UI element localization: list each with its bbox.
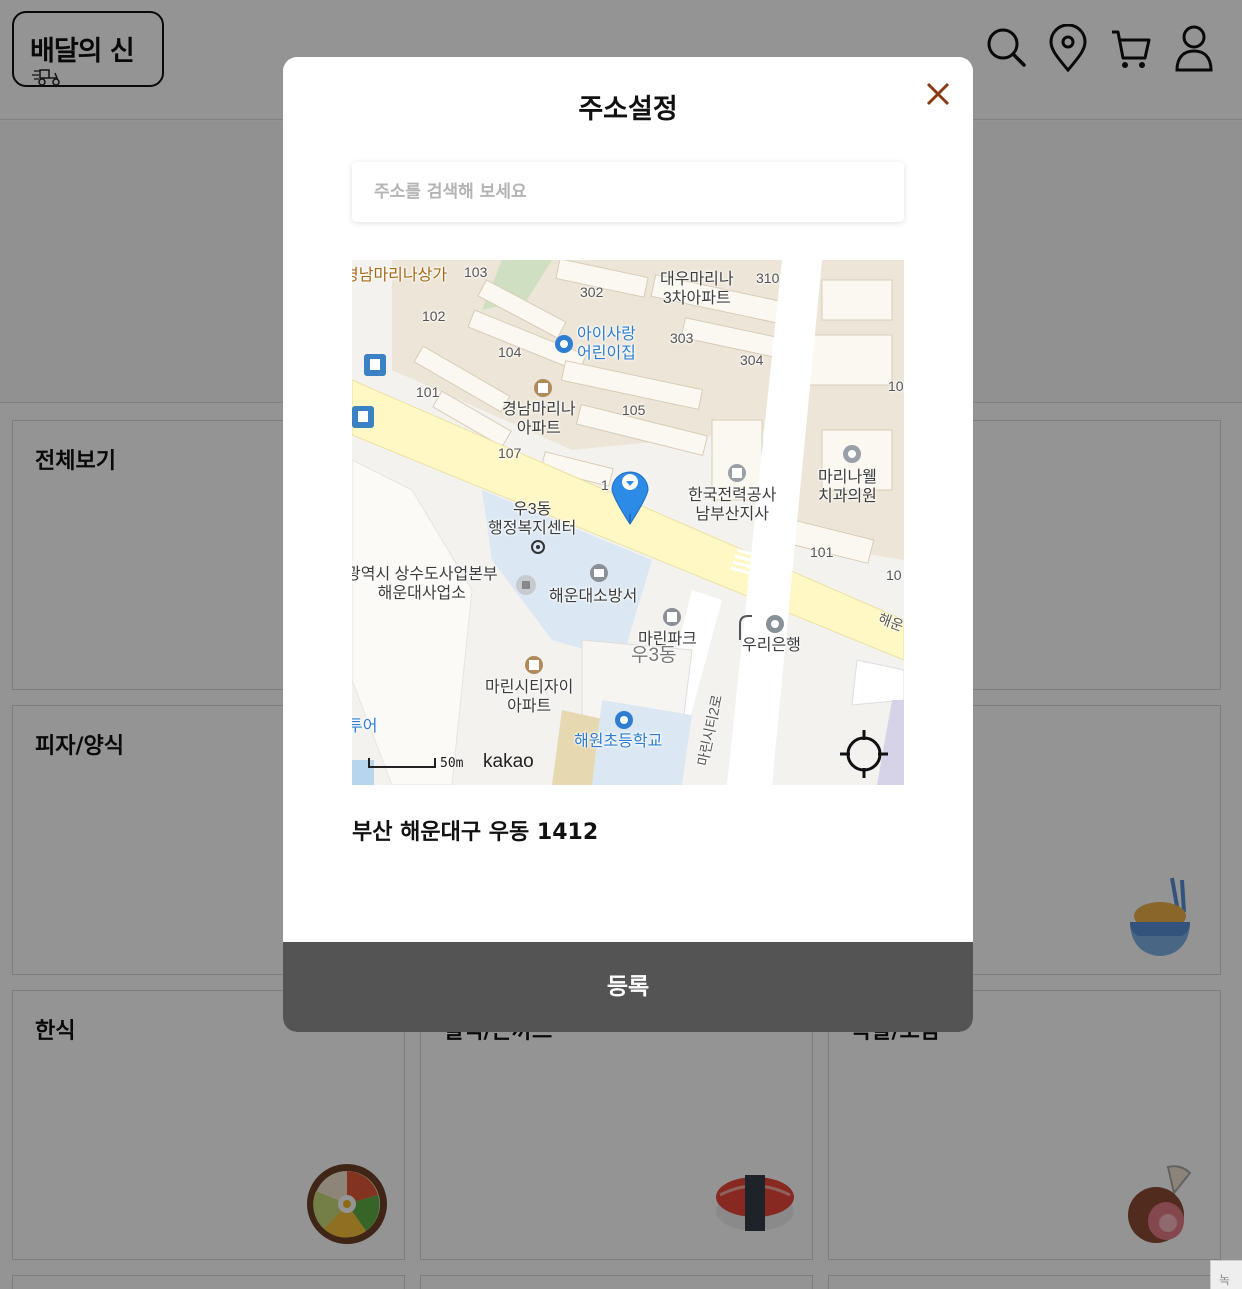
address-search-input[interactable] [352, 162, 904, 222]
map-label: 107 [498, 445, 522, 461]
map-label: 104 [498, 344, 522, 360]
map-label: 해원초등학교 [574, 733, 663, 750]
selected-address: 부산 해운대구 우동 1412 [352, 820, 599, 845]
scale-label: 50m [440, 756, 464, 771]
map-label: 해운대소방서 [549, 588, 638, 605]
map-label: 우리은행 [742, 637, 801, 654]
map-label: 경남마리나상가 [352, 267, 448, 284]
map-label: 한국전력공사 남부산지사 [688, 487, 777, 524]
address-search-box [352, 162, 904, 222]
map-label: 마린시티자이 아파트 [485, 679, 574, 716]
map-label: 102 [422, 308, 446, 324]
register-button[interactable]: 등록 [283, 942, 973, 1032]
map-label: 경남마리나 아파트 [502, 401, 576, 438]
map-label: 302 [580, 284, 604, 300]
map-label: 우3동 [631, 645, 677, 666]
map-label: 아이사랑 어린이집 [577, 326, 636, 363]
map-label: 투어 [352, 718, 378, 735]
map-label: 101 [810, 544, 834, 560]
map-label: 304 [740, 352, 764, 368]
current-location-icon[interactable] [838, 728, 890, 780]
map-label: 우3동 행정복지센터 [488, 501, 577, 538]
modal-title: 주소설정 [578, 94, 678, 125]
map-label: 10 [888, 378, 904, 394]
map-provider-label: kakao [483, 751, 534, 772]
map-view[interactable]: 경남마리나상가 103 302 대우마리나 3차아파트 310 102 아이사랑… [352, 260, 904, 785]
map-label: 103 [464, 264, 488, 280]
recording-badge: 녹 [1210, 1260, 1242, 1289]
map-label: 303 [670, 330, 694, 346]
map-label: 광역시 상수도사업본부 해운대사업소 [352, 566, 498, 603]
map-label: 마리나웰 치과의원 [818, 469, 877, 506]
map-label: 310 [756, 270, 780, 286]
location-pin-icon[interactable] [608, 460, 652, 526]
map-label: 대우마리나 3차아파트 [660, 271, 734, 308]
address-modal: 주소설정 주소를 검색해 보세요 경남마리나상가 103 302 대우마리나 3… [283, 57, 973, 1032]
map-label: 10 [886, 567, 902, 583]
scale-bar [368, 758, 436, 768]
close-icon[interactable] [921, 77, 955, 111]
map-label: 105 [622, 402, 646, 418]
map-label: 101 [416, 384, 440, 400]
